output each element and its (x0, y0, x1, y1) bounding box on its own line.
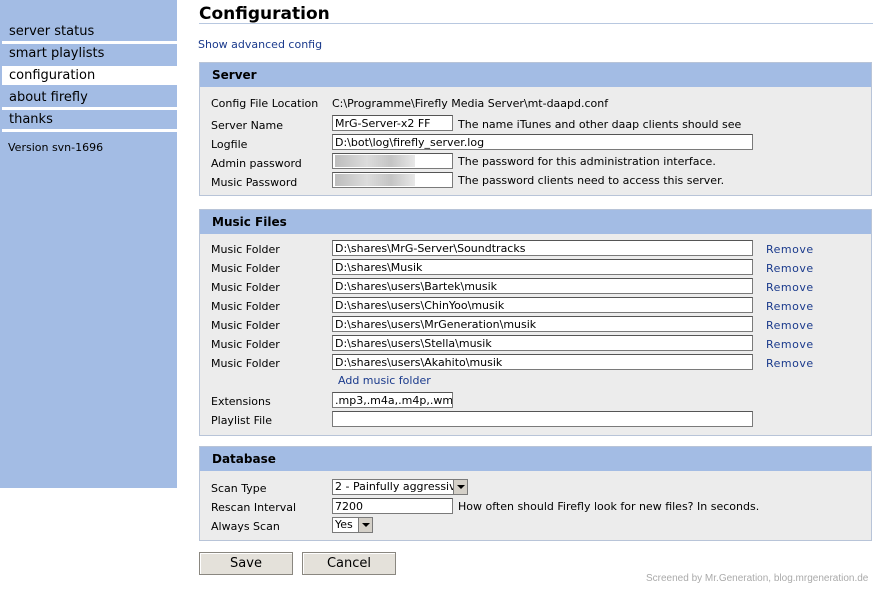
music-folder-label: Music Folder (211, 243, 280, 256)
rescan-interval-hint: How often should Firefly look for new fi… (458, 500, 760, 513)
password-mask (335, 174, 415, 186)
scan-type-select[interactable]: 2 - Painfully aggressive (332, 479, 468, 495)
chevron-down-icon[interactable] (358, 518, 372, 532)
nav-item-about-firefly[interactable]: about firefly (2, 88, 177, 107)
admin-password-hint: The password for this administration int… (458, 155, 716, 168)
always-scan-label: Always Scan (211, 520, 280, 533)
music-folder-input[interactable]: D:\shares\users\Akahito\musik (332, 354, 753, 370)
database-panel: Database Scan Type 2 - Painfully aggress… (199, 446, 872, 541)
server-panel-header: Server (200, 63, 871, 87)
music-folder-input[interactable]: D:\shares\users\Bartek\musik (332, 278, 753, 294)
server-name-input[interactable]: MrG-Server-x2 FF (332, 115, 453, 131)
server-name-hint: The name iTunes and other daap clients s… (458, 118, 742, 131)
remove-folder-link[interactable]: Remove (766, 300, 814, 313)
logfile-input[interactable]: D:\bot\log\firefly_server.log (332, 134, 753, 150)
remove-folder-link[interactable]: Remove (766, 319, 814, 332)
remove-folder-link[interactable]: Remove (766, 243, 814, 256)
chevron-down-icon[interactable] (453, 480, 467, 494)
remove-folder-link[interactable]: Remove (766, 262, 814, 275)
always-scan-value: Yes (335, 518, 353, 531)
admin-password-label: Admin password (211, 157, 302, 170)
nav-item-smart-playlists[interactable]: smart playlists (2, 44, 177, 63)
page-title: Configuration (199, 4, 330, 24)
music-folder-label: Music Folder (211, 262, 280, 275)
music-password-hint: The password clients need to access this… (458, 174, 725, 187)
nav-item-server-status[interactable]: server status (2, 22, 177, 41)
nav-item-configuration[interactable]: configuration (2, 66, 177, 85)
music-password-input[interactable] (332, 172, 453, 188)
music-folder-label: Music Folder (211, 319, 280, 332)
logfile-label: Logfile (211, 138, 248, 151)
server-panel: Server Config File Location C:\Programme… (199, 62, 872, 196)
config-file-value: C:\Programme\Firefly Media Server\mt-daa… (332, 97, 609, 110)
remove-folder-link[interactable]: Remove (766, 357, 814, 370)
music-files-panel-header: Music Files (200, 210, 871, 234)
title-divider (199, 23, 873, 24)
scan-type-label: Scan Type (211, 482, 267, 495)
music-files-panel: Music Files Music Folder D:\shares\MrG-S… (199, 209, 872, 436)
database-panel-header: Database (200, 447, 871, 471)
always-scan-select[interactable]: Yes (332, 517, 373, 533)
remove-folder-link[interactable]: Remove (766, 338, 814, 351)
music-folder-label: Music Folder (211, 357, 280, 370)
scan-type-value: 2 - Painfully aggressive (335, 480, 463, 493)
screenshot-credit: Screened by Mr.Generation, blog.mrgenera… (646, 573, 869, 584)
extensions-input[interactable]: .mp3,.m4a,.m4p,.wma,. (332, 392, 453, 408)
music-folder-input[interactable]: D:\shares\users\ChinYoo\musik (332, 297, 753, 313)
music-folder-label: Music Folder (211, 281, 280, 294)
playlist-file-label: Playlist File (211, 414, 272, 427)
playlist-file-input[interactable] (332, 411, 753, 427)
config-file-label: Config File Location (211, 97, 319, 110)
server-name-label: Server Name (211, 119, 284, 132)
music-folder-label: Music Folder (211, 338, 280, 351)
sidebar: server status smart playlists configurat… (0, 0, 177, 488)
music-password-label: Music Password (211, 176, 298, 189)
music-folder-input[interactable]: D:\shares\users\Stella\musik (332, 335, 753, 351)
password-mask (335, 155, 415, 167)
firefly-logo-icon (12, 0, 26, 2)
admin-password-input[interactable] (332, 153, 453, 169)
cancel-button[interactable]: Cancel (302, 552, 396, 575)
extensions-label: Extensions (211, 395, 271, 408)
music-folder-input[interactable]: D:\shares\Musik (332, 259, 753, 275)
remove-folder-link[interactable]: Remove (766, 281, 814, 294)
version-text: Version svn-1696 (8, 141, 104, 154)
nav-divider (2, 129, 177, 132)
add-music-folder-link[interactable]: Add music folder (338, 374, 431, 387)
rescan-interval-input[interactable]: 7200 (332, 498, 453, 514)
music-folder-input[interactable]: D:\shares\users\MrGeneration\musik (332, 316, 753, 332)
music-folder-label: Music Folder (211, 300, 280, 313)
save-button[interactable]: Save (199, 552, 293, 575)
show-advanced-config-link[interactable]: Show advanced config (198, 38, 322, 51)
nav-item-thanks[interactable]: thanks (2, 110, 177, 129)
music-folder-input[interactable]: D:\shares\MrG-Server\Soundtracks (332, 240, 753, 256)
rescan-interval-label: Rescan Interval (211, 501, 297, 514)
